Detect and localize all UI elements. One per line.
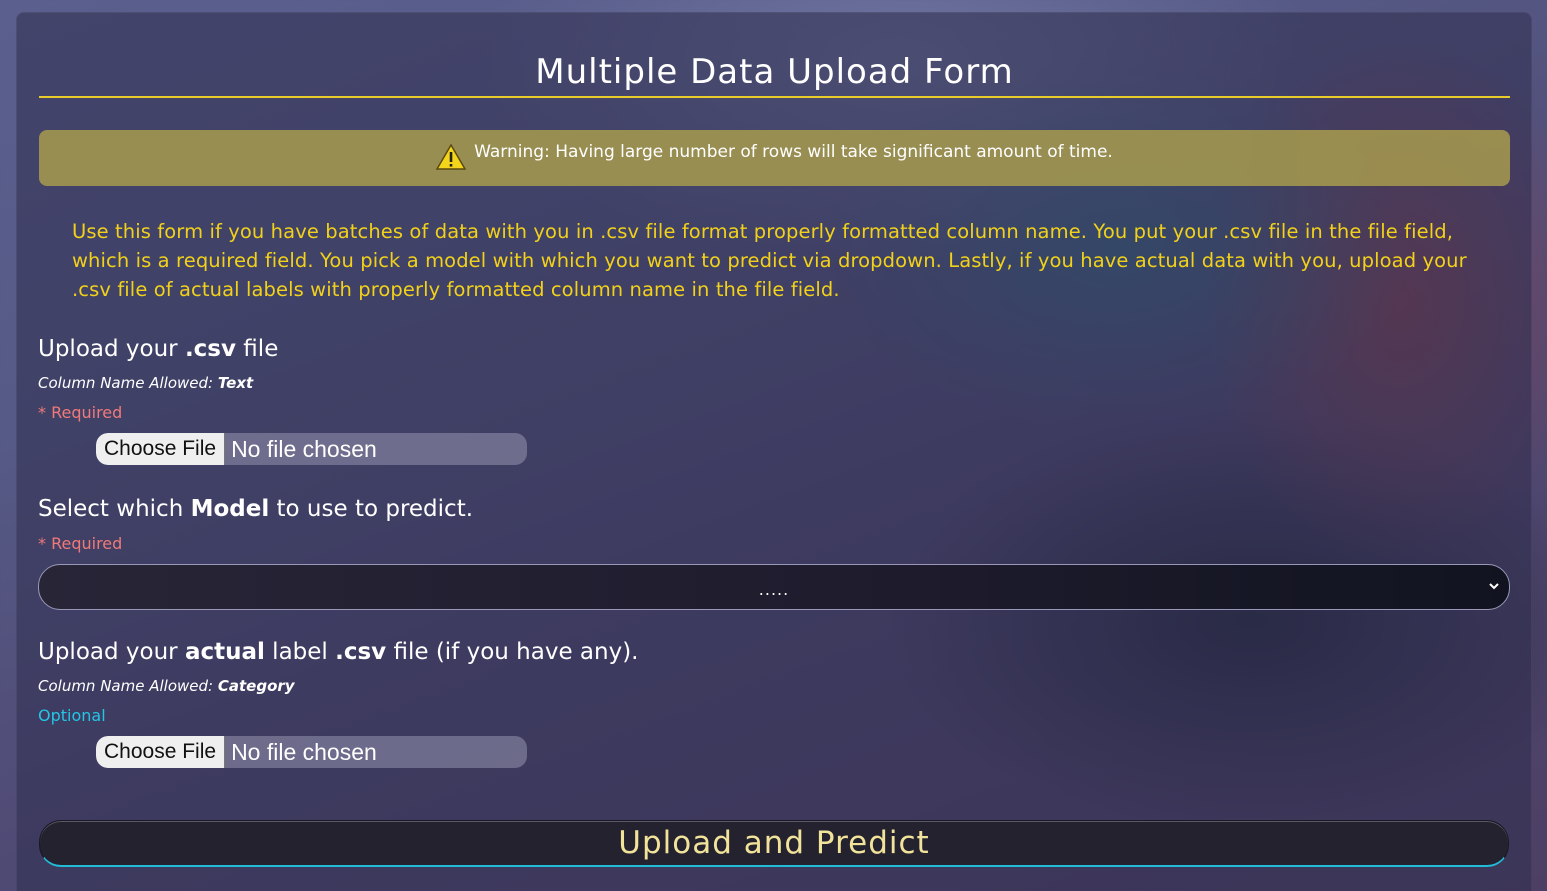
form-title: Multiple Data Upload Form: [535, 52, 1014, 92]
warning-triangle-icon: [436, 144, 467, 170]
model-required-note: * Required: [38, 534, 123, 553]
csv-file-status: No file chosen: [231, 435, 377, 462]
warning-text: Warning: Having large number of rows wil…: [474, 142, 1113, 162]
chevron-down-icon: [1489, 583, 1499, 590]
csv-choose-file-button[interactable]: Choose File: [96, 433, 226, 465]
actual-file-input[interactable]: Choose File No file chosen: [96, 736, 527, 768]
actual-choose-file-button[interactable]: Choose File: [96, 736, 226, 768]
form-title-bar: Multiple Data Upload Form: [39, 52, 1510, 98]
model-select-label: Select which Model to use to predict.: [38, 496, 474, 522]
warning-banner: Warning: Having large number of rows wil…: [39, 130, 1510, 186]
actual-upload-label: Upload your actual label .csv file (if y…: [38, 639, 639, 665]
csv-upload-label: Upload your .csv file: [38, 336, 279, 362]
model-select-value: .....: [758, 579, 790, 599]
csv-file-input[interactable]: Choose File No file chosen: [96, 433, 527, 465]
actual-column-hint: Column Name Allowed: Category: [38, 677, 295, 695]
actual-file-status: No file chosen: [231, 738, 377, 765]
actual-optional-note: Optional: [38, 706, 106, 725]
form-card: Multiple Data Upload Form Warning: Havin…: [16, 12, 1532, 891]
csv-required-note: * Required: [38, 403, 123, 422]
intro-paragraph: Use this form if you have batches of dat…: [72, 220, 1467, 301]
model-select-dropdown[interactable]: .....: [38, 564, 1510, 610]
upload-and-predict-button[interactable]: Upload and Predict: [39, 820, 1509, 867]
csv-column-hint: Column Name Allowed: Text: [38, 374, 254, 392]
